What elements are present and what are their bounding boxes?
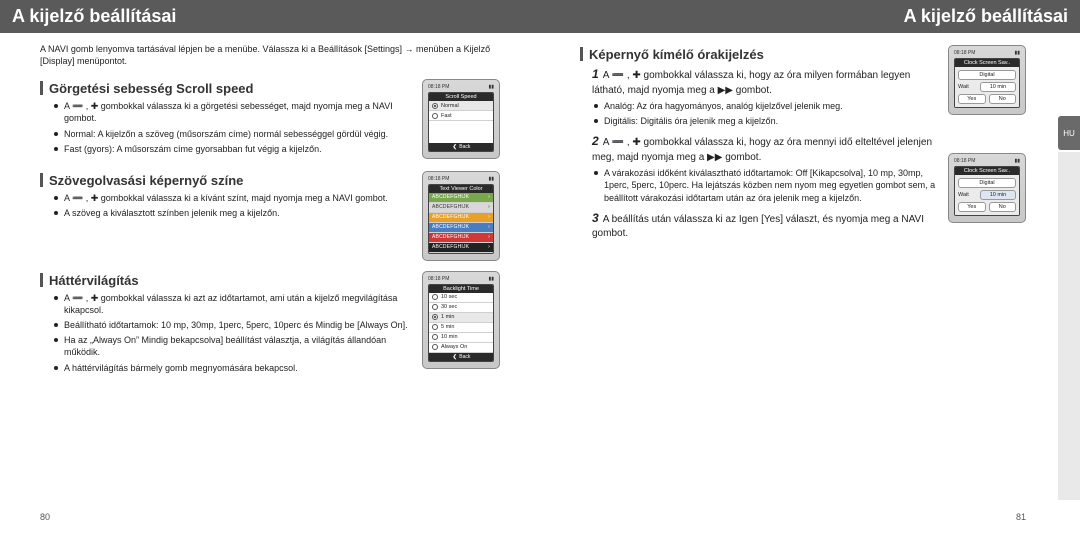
bullet: A háttérvilágítás bármely gomb megnyomás…: [54, 362, 410, 374]
device-title: Text Viewer Color: [429, 185, 493, 193]
heading-backlight: Háttérvilágítás: [40, 273, 410, 288]
bullet: Digitális: Digitális óra jelenik meg a k…: [594, 115, 936, 127]
radio-icon: [432, 113, 438, 119]
wait-label: Wait: [958, 192, 969, 198]
device-text-color: 08:18 PM▮▮ Text Viewer Color ABCDEFGHIJK…: [422, 171, 500, 261]
device-scroll: 08:18 PM▮▮ Scroll Speed Normal Fast ❮ Ba…: [422, 79, 500, 159]
language-tab: HU: [1058, 116, 1080, 150]
device-title: Backlight Time: [429, 285, 493, 293]
device-option: 10 min: [429, 333, 493, 343]
device-title: Clock Screen Sav..: [955, 167, 1019, 175]
radio-icon: [432, 294, 438, 300]
page-left: A kijelző beállításai A NAVI gomb lenyom…: [0, 0, 540, 540]
wait-value: 10 min: [980, 190, 1016, 200]
radio-icon: [432, 344, 438, 350]
bullets-textcolor: A ➖ , ✚ gombokkal válassza ki a kívánt s…: [54, 192, 410, 219]
radio-icon: [432, 324, 438, 330]
device-option: 1 min: [429, 313, 493, 323]
page-spread: A kijelző beállításai A NAVI gomb lenyom…: [0, 0, 1080, 540]
step-2: 2A ➖ , ✚ gombokkal válassza ki, hogy az …: [592, 133, 936, 165]
bullet: Normal: A kijelzőn a szöveg (műsorszám c…: [54, 128, 410, 140]
bullet: Ha az „Always On” Mindig bekapcsolva] be…: [54, 334, 410, 358]
radio-icon: [432, 103, 438, 109]
section-clock-saver: Képernyő kímélő órakijelzés 1A ➖ , ✚ gom…: [580, 43, 1026, 244]
page-number-right: 81: [1016, 512, 1026, 522]
device-clock-2: 08:18 PM▮▮ Clock Screen Sav.. Digital Wa…: [948, 153, 1026, 231]
radio-icon: [432, 314, 438, 320]
section-backlight: Háttérvilágítás A ➖ , ✚ gombokkal válass…: [40, 269, 500, 380]
bullet: A ➖ , ✚ gombokkal válassza ki azt az idő…: [54, 292, 410, 316]
bullets-step2: A várakozási időként kiválasztható időta…: [594, 167, 936, 203]
bullet: A várakozási időként kiválasztható időta…: [594, 167, 936, 203]
device-clock-1: 08:18 PM▮▮ Clock Screen Sav.. Digital Wa…: [948, 45, 1026, 123]
intro-text: A NAVI gomb lenyomva tartásával lépjen b…: [40, 43, 500, 67]
clock-type-button: Digital: [958, 70, 1016, 80]
device-option: 5 min: [429, 323, 493, 333]
device-option: Normal: [429, 101, 493, 111]
heading-clock-saver: Képernyő kímélő órakijelzés: [580, 47, 936, 62]
yes-button: Yes: [958, 202, 986, 212]
bullet: Beállítható időtartamok: 10 mp, 30mp, 1p…: [54, 319, 410, 331]
radio-icon: [432, 304, 438, 310]
bullet: A szöveg a kiválasztott színben jelenik …: [54, 207, 410, 219]
section-scroll-speed: Görgetési sebesség Scroll speed A ➖ , ✚ …: [40, 77, 500, 161]
page-title-right: A kijelző beállításai: [540, 0, 1080, 33]
bullet: Analóg: Az óra hagyományos, analóg kijel…: [594, 100, 936, 112]
section-text-color: Szövegolvasási képernyő színe A ➖ , ✚ go…: [40, 169, 500, 261]
clock-type-button: Digital: [958, 178, 1016, 188]
no-button: No: [989, 94, 1017, 104]
device-option: Fast: [429, 111, 493, 121]
page-right: A kijelző beállításai HU Képernyő kímélő…: [540, 0, 1080, 540]
yes-button: Yes: [958, 94, 986, 104]
radio-icon: [432, 334, 438, 340]
bullets-step1: Analóg: Az óra hagyományos, analóg kijel…: [594, 100, 936, 127]
device-option: Always On: [429, 343, 493, 353]
bullets-scroll: A ➖ , ✚ gombokkal válassza ki a görgetés…: [54, 100, 410, 155]
device-option: 30 sec: [429, 303, 493, 313]
heading-scroll-speed: Görgetési sebesség Scroll speed: [40, 81, 410, 96]
heading-text-color: Szövegolvasási képernyő színe: [40, 173, 410, 188]
step-1: 1A ➖ , ✚ gombokkal válassza ki, hogy az …: [592, 66, 936, 98]
bullet: A ➖ , ✚ gombokkal válassza ki a görgetés…: [54, 100, 410, 124]
wait-label: Wait: [958, 84, 969, 90]
bullet: A ➖ , ✚ gombokkal válassza ki a kívánt s…: [54, 192, 410, 204]
device-title: Scroll Speed: [429, 93, 493, 101]
step-3: 3A beállítás után válassza ki az Igen [Y…: [592, 210, 936, 242]
bullet: Fast (gyors): A műsorszám címe gyorsabba…: [54, 143, 410, 155]
device-backlight: 08:18 PM▮▮ Backlight Time 10 sec 30 sec …: [422, 271, 500, 369]
device-title: Clock Screen Sav..: [955, 59, 1019, 67]
page-number-left: 80: [40, 512, 50, 522]
page-title-left: A kijelző beállításai: [0, 0, 540, 33]
device-option: 10 sec: [429, 293, 493, 303]
bullets-backlight: A ➖ , ✚ gombokkal válassza ki azt az idő…: [54, 292, 410, 374]
wait-value: 10 min: [980, 82, 1016, 92]
no-button: No: [989, 202, 1017, 212]
